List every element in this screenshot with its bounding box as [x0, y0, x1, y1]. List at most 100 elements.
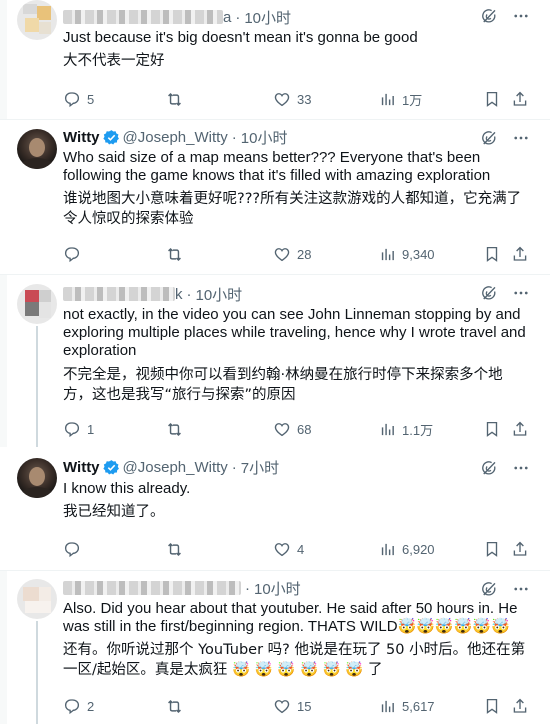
separator-dot: ·: [245, 579, 250, 597]
tweet-top-actions: [480, 580, 530, 598]
retweet-button[interactable]: [165, 696, 184, 716]
tweet-header: Witty @Joseph_Witty · 7小时: [63, 457, 279, 477]
views-icon: [379, 246, 396, 263]
tweet-top-actions: [480, 7, 530, 25]
like-button[interactable]: 28: [273, 244, 311, 264]
views-button[interactable]: 1.1万: [379, 419, 433, 439]
grok-icon[interactable]: [480, 459, 498, 477]
timestamp[interactable]: 10小时: [196, 284, 243, 305]
like-icon: [273, 245, 291, 263]
display-name[interactable]: Witty: [63, 129, 100, 146]
timestamp[interactable]: 10小时: [254, 578, 301, 599]
grok-icon[interactable]: [480, 129, 498, 147]
timestamp[interactable]: 10小时: [244, 7, 291, 28]
tweet-actions: 28 9,340: [63, 244, 533, 264]
like-count: 28: [297, 246, 312, 262]
bookmark-button[interactable]: [483, 244, 501, 264]
retweet-icon: [165, 90, 184, 109]
like-button[interactable]: 33: [273, 89, 311, 109]
timestamp[interactable]: 10小时: [241, 127, 288, 148]
share-button[interactable]: [511, 89, 529, 109]
tweet-top-actions: [480, 129, 530, 147]
tweet-translation: 谁说地图大小意味着更好呢???所有关注这款游戏的人都知道，它充满了令人惊叹的探索…: [63, 191, 522, 227]
thread-indent: [0, 275, 7, 447]
tweet-translation: 大不代表一定好: [63, 53, 165, 69]
redacted-username[interactable]: [63, 581, 241, 595]
tweet-translation: 不完全是，视频中你可以看到约翰·林纳曼在旅行时停下来探索多个地方，这也是我写“旅…: [63, 367, 503, 403]
reply-button[interactable]: [63, 244, 81, 264]
views-button[interactable]: 5,617: [379, 696, 435, 716]
handle[interactable]: @Joseph_Witty: [123, 129, 228, 146]
like-button[interactable]: 68: [273, 419, 311, 439]
tweet-header: k · 10小时: [63, 284, 242, 304]
grok-icon[interactable]: [480, 284, 498, 302]
retweet-icon: [165, 420, 184, 439]
bookmark-button[interactable]: [483, 89, 501, 109]
reply-button[interactable]: 5: [63, 89, 94, 109]
tweet-header: a · 10小时: [63, 7, 291, 27]
tweet-1[interactable]: a · 10小时 Just because it's big doesn't m…: [0, 0, 550, 119]
share-icon: [511, 245, 529, 263]
share-button[interactable]: [511, 539, 529, 559]
reply-count: 5: [87, 91, 95, 107]
like-icon: [273, 540, 291, 558]
separator-dot: ·: [235, 8, 241, 26]
retweet-button[interactable]: [165, 539, 184, 559]
avatar[interactable]: [17, 129, 57, 169]
share-icon: [511, 697, 529, 715]
handle[interactable]: @Joseph_Witty: [123, 459, 228, 476]
avatar[interactable]: [17, 458, 57, 498]
retweet-button[interactable]: [165, 89, 184, 109]
views-button[interactable]: 9,340: [379, 244, 435, 264]
retweet-icon: [165, 697, 184, 716]
reply-icon: [63, 697, 81, 715]
more-icon[interactable]: [512, 7, 530, 25]
reply-icon: [63, 90, 81, 108]
separator-dot: ·: [186, 285, 192, 303]
timestamp[interactable]: 7小时: [241, 457, 279, 478]
avatar[interactable]: [17, 284, 57, 324]
reply-icon: [63, 420, 81, 438]
like-button[interactable]: 4: [273, 539, 304, 559]
more-icon[interactable]: [512, 129, 530, 147]
reply-button[interactable]: 2: [63, 696, 94, 716]
more-icon[interactable]: [512, 580, 530, 598]
bookmark-button[interactable]: [483, 539, 501, 559]
tweet-text: Just because it's big doesn't mean it's …: [63, 29, 418, 46]
bookmark-button[interactable]: [483, 419, 501, 439]
display-name[interactable]: Witty: [63, 459, 100, 476]
tweet-top-actions: [480, 284, 530, 302]
view-count: 6,920: [402, 541, 435, 557]
retweet-button[interactable]: [165, 419, 184, 439]
redacted-username[interactable]: [63, 287, 175, 301]
redacted-username[interactable]: [63, 10, 223, 24]
views-button[interactable]: 1万: [379, 89, 422, 109]
more-icon[interactable]: [512, 459, 530, 477]
tweet-2[interactable]: Witty @Joseph_Witty · 10小时 Who said size…: [0, 120, 550, 273]
grok-icon[interactable]: [480, 7, 498, 25]
share-button[interactable]: [511, 696, 529, 716]
more-icon[interactable]: [512, 284, 530, 302]
tweet-3[interactable]: k · 10小时 not exactly, in the video you c…: [0, 275, 550, 447]
reply-button[interactable]: 1: [63, 419, 94, 439]
avatar[interactable]: [17, 0, 57, 40]
view-count: 9,340: [402, 246, 435, 262]
retweet-button[interactable]: [165, 244, 184, 264]
share-button[interactable]: [511, 419, 529, 439]
tweet-5[interactable]: · 10小时 Also. Did you hear about that you…: [0, 571, 550, 724]
bookmark-icon: [483, 420, 501, 438]
grok-icon[interactable]: [480, 580, 498, 598]
reply-button[interactable]: [63, 539, 81, 559]
share-icon: [511, 90, 529, 108]
handle[interactable]: a: [223, 9, 231, 26]
thread-indent: [0, 571, 7, 724]
share-button[interactable]: [511, 244, 529, 264]
avatar[interactable]: [17, 579, 57, 619]
handle[interactable]: k: [175, 286, 183, 303]
tweet-4[interactable]: Witty @Joseph_Witty · 7小时 I know this al…: [0, 450, 550, 565]
views-icon: [379, 421, 396, 438]
bookmark-button[interactable]: [483, 696, 501, 716]
like-button[interactable]: 15: [273, 696, 311, 716]
views-button[interactable]: 6,920: [379, 539, 435, 559]
bookmark-icon: [483, 697, 501, 715]
